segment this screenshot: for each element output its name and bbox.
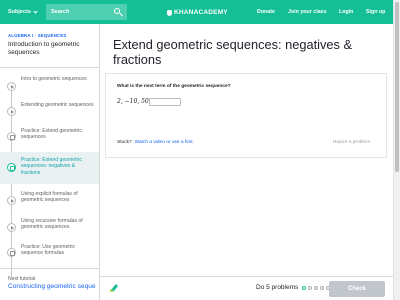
sequence-expression: 2, −10, 50, (117, 98, 151, 105)
sidebar-item-label: Extending geometric sequences (21, 102, 94, 108)
page-scrollbar[interactable] (393, 0, 400, 300)
practice-icon (7, 132, 16, 141)
leaf-icon (167, 9, 172, 16)
progress-dot (308, 286, 312, 290)
progress-dot (314, 286, 318, 290)
problem-progress-dots (302, 286, 330, 290)
subjects-label: Subjects (8, 9, 31, 15)
site-logo[interactable]: KHANACADEMY (167, 9, 228, 16)
sidebar-item-label: Intro to geometric sequences (21, 76, 87, 82)
divider (0, 268, 100, 269)
page-title: Extend geometric sequences: negatives & … (113, 37, 353, 67)
sidebar-item-negatives-practice[interactable]: Practice: Extend geometric sequences: ne… (0, 152, 99, 184)
check-button[interactable]: Check (329, 281, 385, 297)
progress-dot (320, 286, 324, 290)
practice-icon (7, 248, 16, 257)
top-nav-bar: Subjects Search KHANACADEMY Donate Join … (0, 0, 393, 24)
stuck-label: Stuck? (117, 140, 132, 145)
video-icon (7, 107, 16, 116)
join-class-link[interactable]: Join your class (288, 9, 327, 15)
sidebar-item-label: Using explicit formulas of geometric seq… (21, 191, 78, 204)
sidebar-item-label: Practice: Extend geometric sequences: ne… (21, 157, 82, 176)
signup-link[interactable]: Sign up (366, 9, 385, 15)
search-icon[interactable] (111, 5, 125, 19)
chevron-down-icon (33, 8, 38, 14)
progress-text: Do 5 problems (256, 284, 299, 291)
scrollbar-thumb[interactable] (395, 2, 399, 172)
search-input[interactable]: Search (51, 9, 111, 15)
next-tutorial-link[interactable]: Constructing geometric sequences (8, 283, 96, 290)
sidebar-item-label: Using recursive formulas of geometric se… (21, 218, 83, 231)
video-icon (7, 223, 16, 232)
question-text: What is the next term of the geometric s… (117, 84, 231, 89)
hint-link[interactable]: Watch a video or use a hint. (135, 140, 194, 145)
tutorial-title: Introduction to geometric sequences (8, 41, 80, 56)
video-icon (7, 196, 16, 205)
donate-link[interactable]: Donate (257, 9, 275, 15)
logo-text: KHANACADEMY (174, 9, 228, 16)
video-icon (7, 82, 16, 91)
sidebar-item-extend-practice[interactable]: Practice: Extend geometric sequences (0, 122, 99, 154)
divider (0, 67, 100, 68)
sidebar-item-label: Practice: Extend geometric sequences (21, 128, 82, 141)
breadcrumb[interactable]: ALGEBRA I · SEQUENCES (8, 33, 66, 38)
report-problem-link[interactable]: Report a problem (333, 140, 370, 145)
answer-input[interactable] (149, 98, 181, 106)
next-tutorial-label: Next tutorial (8, 276, 36, 282)
sidebar-item-label: Practice: Use geometric sequence formula… (21, 244, 76, 257)
scratchpad-icon[interactable] (110, 283, 120, 293)
subjects-menu[interactable]: Subjects (8, 8, 38, 15)
search-box[interactable]: Search (46, 4, 127, 20)
progress-dot (302, 286, 306, 290)
stuck-row: Stuck? Watch a video or use a hint. (117, 140, 194, 145)
practice-icon (7, 163, 16, 172)
login-link[interactable]: Login (339, 9, 353, 15)
tutorial-sidebar: ALGEBRA I · SEQUENCES Introduction to ge… (0, 24, 100, 300)
